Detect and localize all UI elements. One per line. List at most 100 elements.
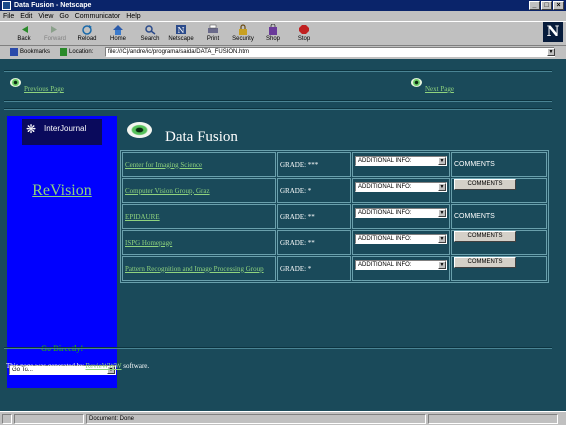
location-label: Location: bbox=[60, 48, 93, 56]
grade-cell: GRADE: *** bbox=[277, 152, 351, 177]
print-button[interactable]: Print bbox=[199, 23, 227, 46]
results-table: Center for Imaging Science GRADE: *** ADDI… bbox=[120, 150, 549, 283]
info-cell: ADDITIONAL INFO: ▼ bbox=[352, 178, 450, 203]
netscape-app-icon bbox=[2, 1, 11, 10]
divider bbox=[4, 347, 552, 349]
menu-go[interactable]: Go bbox=[59, 13, 68, 20]
grade-cell: GRADE: ** bbox=[277, 204, 351, 229]
info-cell: ADDITIONAL INFO: ▼ bbox=[352, 256, 450, 281]
next-bullet-icon bbox=[411, 78, 422, 87]
divider bbox=[4, 70, 552, 72]
additional-info-select[interactable]: ADDITIONAL INFO: ▼ bbox=[355, 207, 447, 218]
print-icon bbox=[207, 24, 219, 35]
comments-button[interactable]: COMMENTS bbox=[454, 256, 516, 268]
comments-button[interactable]: COMMENTS bbox=[454, 230, 516, 242]
menu-communicator[interactable]: Communicator bbox=[75, 13, 121, 20]
table-row: Computer Vision Group, Graz GRADE: * ADDIT… bbox=[122, 178, 547, 203]
site-link[interactable]: ISPG Homepage bbox=[125, 239, 172, 247]
chevron-down-icon[interactable]: ▼ bbox=[438, 208, 446, 217]
info-cell: ADDITIONAL INFO: ▼ bbox=[352, 204, 450, 229]
home-button[interactable]: Home bbox=[104, 23, 132, 46]
divider bbox=[4, 100, 552, 102]
status-text: Document: Done bbox=[86, 413, 426, 424]
menu-bar: File Edit View Go Communicator Help bbox=[0, 11, 566, 21]
status-bar: Document: Done bbox=[0, 411, 566, 425]
additional-info-select[interactable]: ADDITIONAL INFO: ▼ bbox=[355, 155, 447, 166]
site-cell: Center for Imaging Science bbox=[122, 152, 276, 177]
search-button[interactable]: Search bbox=[136, 23, 164, 46]
maximize-button[interactable]: □ bbox=[541, 1, 552, 10]
home-icon bbox=[112, 24, 124, 35]
page-content: Previous Page Next Page ❋ InterJournal R… bbox=[0, 59, 566, 411]
site-cell: Computer Vision Group, Graz bbox=[122, 178, 276, 203]
table-row: Center for Imaging Science GRADE: *** ADDI… bbox=[122, 152, 547, 177]
title-bar: Data Fusion - Netscape _ □ × bbox=[0, 0, 566, 11]
back-button[interactable]: Back bbox=[10, 23, 38, 46]
forward-button[interactable]: Forward bbox=[41, 23, 69, 46]
reload-button[interactable]: Reload bbox=[73, 23, 101, 46]
lock-icon bbox=[237, 24, 249, 35]
table-row: Pattern Recognition and Image Processing… bbox=[122, 256, 547, 281]
menu-help[interactable]: Help bbox=[126, 13, 140, 20]
footer-text: This page was generated by RevieWWW soft… bbox=[6, 362, 150, 370]
chevron-down-icon[interactable]: ▼ bbox=[438, 182, 446, 191]
site-cell: ISPG Homepage bbox=[122, 230, 276, 255]
navigation-toolbar: Back Forward Reload Home Search N Netsca… bbox=[0, 21, 566, 46]
site-link[interactable]: Pattern Recognition and Image Processing… bbox=[125, 265, 264, 273]
comments-cell: COMMENTS bbox=[451, 256, 547, 281]
comments-cell: COMMENTS bbox=[451, 204, 547, 229]
component-bar bbox=[428, 413, 558, 424]
site-link[interactable]: EPIDAURE bbox=[125, 213, 160, 221]
forward-arrow-icon bbox=[49, 24, 61, 35]
grade-cell: GRADE: * bbox=[277, 256, 351, 281]
comments-cell: COMMENTS bbox=[451, 152, 547, 177]
chevron-down-icon[interactable]: ▼ bbox=[438, 234, 446, 243]
search-icon bbox=[144, 24, 156, 35]
reviewww-link[interactable]: RevieWWW bbox=[86, 362, 122, 370]
minimize-button[interactable]: _ bbox=[529, 1, 540, 10]
security-button[interactable]: Security bbox=[229, 23, 257, 46]
chevron-down-icon[interactable]: ▼ bbox=[438, 260, 446, 269]
bookmark-icon bbox=[10, 48, 18, 56]
site-link[interactable]: Computer Vision Group, Graz bbox=[125, 187, 210, 195]
bookmarks-button[interactable]: Bookmarks bbox=[10, 48, 50, 56]
divider bbox=[4, 108, 552, 110]
site-link[interactable]: Center for Imaging Science bbox=[125, 161, 202, 169]
netscape-logo: N bbox=[543, 22, 563, 42]
comments-cell: COMMENTS bbox=[451, 230, 547, 255]
previous-page-link[interactable]: Previous Page bbox=[24, 85, 64, 93]
additional-info-select[interactable]: ADDITIONAL INFO: ▼ bbox=[355, 181, 447, 192]
previous-bullet-icon bbox=[10, 78, 21, 87]
info-cell: ADDITIONAL INFO: ▼ bbox=[352, 152, 450, 177]
svg-text:N: N bbox=[178, 26, 185, 35]
interjournal-banner[interactable]: ❋ InterJournal bbox=[22, 119, 102, 145]
chevron-down-icon[interactable]: ▼ bbox=[438, 156, 446, 165]
progress-panel bbox=[14, 413, 84, 424]
reload-icon bbox=[81, 24, 93, 35]
window-title: Data Fusion - Netscape bbox=[14, 2, 92, 9]
grade-cell: GRADE: ** bbox=[277, 230, 351, 255]
table-row: EPIDAURE GRADE: ** ADDITIONAL INFO: ▼ COMMEN… bbox=[122, 204, 547, 229]
revision-link[interactable]: ReVision bbox=[7, 182, 117, 200]
url-input[interactable]: file:///C|/andre/ic/programa/saida/DATA_… bbox=[105, 47, 555, 57]
site-cell: Pattern Recognition and Image Processing… bbox=[122, 256, 276, 281]
additional-info-select[interactable]: ADDITIONAL INFO: ▼ bbox=[355, 233, 447, 244]
page-title: Data Fusion bbox=[165, 129, 238, 145]
url-dropdown-button[interactable]: ▼ bbox=[547, 48, 555, 56]
info-cell: ADDITIONAL INFO: ▼ bbox=[352, 230, 450, 255]
netscape-button[interactable]: N Netscape bbox=[167, 23, 195, 46]
shopping-bag-icon bbox=[267, 23, 279, 35]
security-status-icon[interactable] bbox=[2, 413, 12, 424]
menu-edit[interactable]: Edit bbox=[20, 13, 32, 20]
stop-button[interactable]: Stop bbox=[290, 23, 318, 46]
close-button[interactable]: × bbox=[553, 1, 564, 10]
menu-view[interactable]: View bbox=[38, 13, 53, 20]
shop-button[interactable]: Shop bbox=[259, 23, 287, 46]
next-page-link[interactable]: Next Page bbox=[425, 85, 454, 93]
comments-cell: COMMENTS bbox=[451, 178, 547, 203]
stop-icon bbox=[298, 24, 310, 35]
additional-info-select[interactable]: ADDITIONAL INFO: ▼ bbox=[355, 259, 447, 270]
menu-file[interactable]: File bbox=[3, 13, 14, 20]
interjournal-logo-icon: ❋ bbox=[25, 122, 37, 136]
comments-button[interactable]: COMMENTS bbox=[454, 178, 516, 190]
